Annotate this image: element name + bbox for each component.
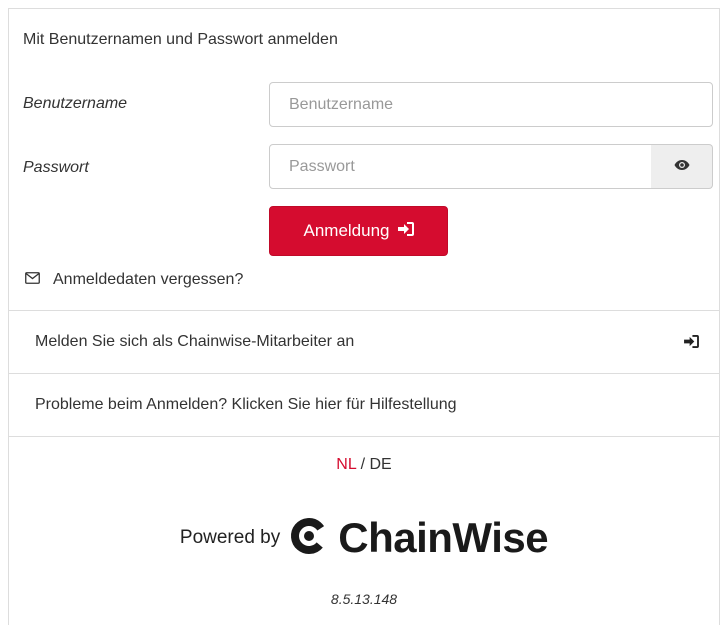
- login-button[interactable]: Anmeldung: [269, 206, 448, 256]
- sign-in-icon: [684, 335, 699, 353]
- language-switcher: NL / DE: [9, 456, 719, 474]
- forgot-credentials-link[interactable]: Anmeldedaten vergessen?: [25, 271, 243, 289]
- chainwise-logo-icon: [290, 517, 328, 560]
- username-label: Benutzername: [23, 95, 128, 112]
- password-input[interactable]: [269, 144, 652, 189]
- login-heading: Mit Benutzernamen und Passwort anmelden: [23, 31, 338, 48]
- login-section: Mit Benutzernamen und Passwort anmelden …: [9, 9, 719, 311]
- eye-icon: [674, 158, 690, 176]
- password-label: Passwort: [23, 159, 89, 176]
- login-card: Mit Benutzernamen und Passwort anmelden …: [8, 8, 720, 625]
- brand-name: ChainWise: [338, 514, 549, 561]
- language-separator: /: [356, 456, 370, 473]
- username-input[interactable]: [269, 82, 713, 127]
- version-number: 8.5.13.148: [330, 591, 398, 607]
- employee-login-label: Melden Sie sich als Chainwise-Mitarbeite…: [35, 333, 355, 350]
- employee-login-row[interactable]: Melden Sie sich als Chainwise-Mitarbeite…: [9, 311, 719, 374]
- show-password-button[interactable]: [651, 144, 713, 189]
- envelope-icon: [25, 271, 40, 289]
- powered-by-text: Powered by: [179, 527, 281, 548]
- powered-by: Powered by ChainWise: [9, 514, 719, 562]
- help-label: Probleme beim Anmelden? Klicken Sie hier…: [35, 396, 457, 413]
- sign-in-icon: [397, 221, 414, 241]
- language-nl-link[interactable]: NL: [336, 456, 356, 473]
- language-de-link[interactable]: DE: [369, 456, 391, 473]
- help-row[interactable]: Probleme beim Anmelden? Klicken Sie hier…: [9, 374, 719, 437]
- login-button-label: Anmeldung: [303, 221, 390, 240]
- forgot-credentials-label: Anmeldedaten vergessen?: [53, 271, 244, 288]
